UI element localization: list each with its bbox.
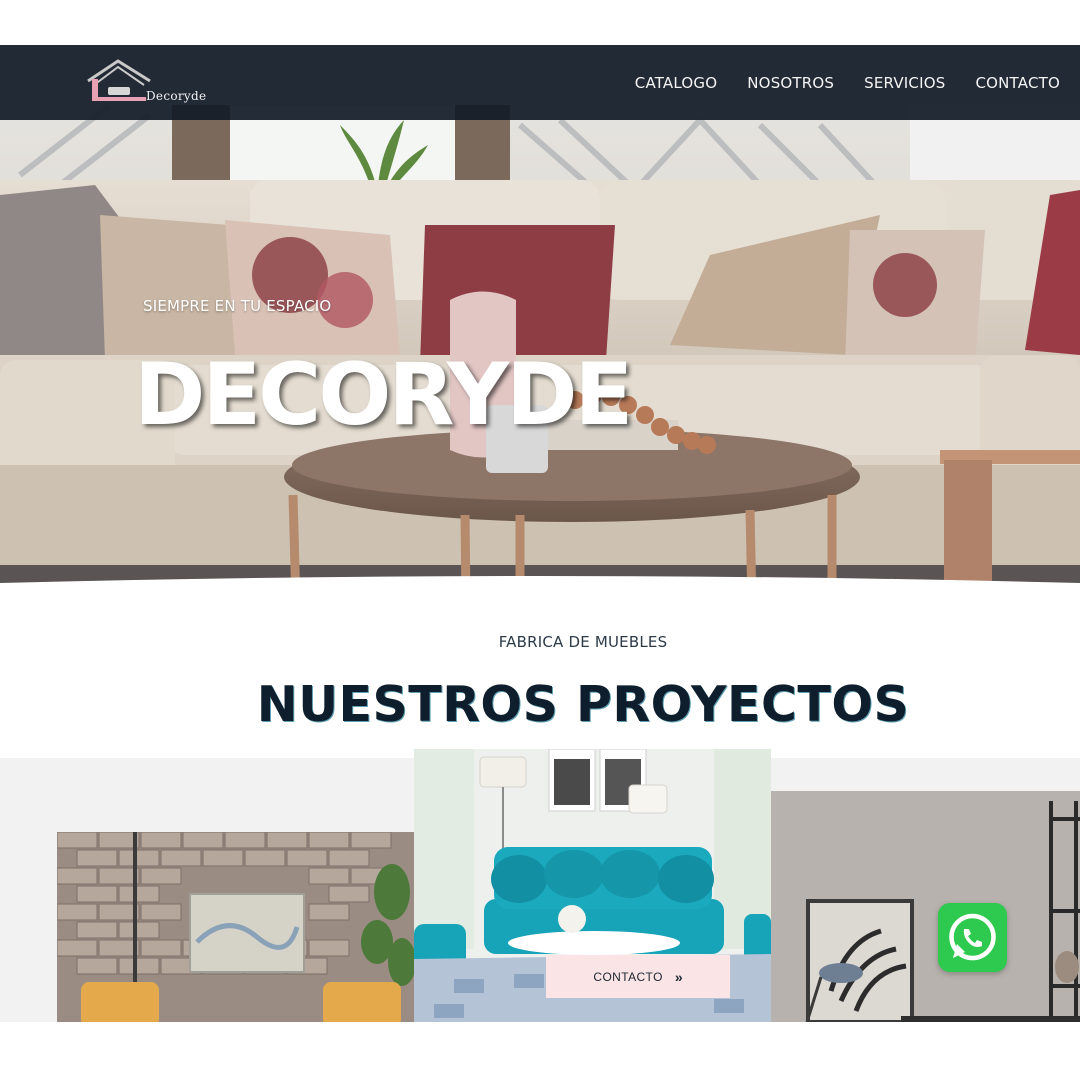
- nav-item-nosotros[interactable]: NOSOTROS: [747, 74, 834, 92]
- nav-item-catalogo[interactable]: CATALOGO: [635, 74, 718, 92]
- hero-bottom-curve: [0, 576, 1080, 605]
- project-image-modern-room-art: [771, 791, 1080, 1022]
- hero-banner: [0, 45, 1080, 605]
- navigation-bar: Decoryde CATALOGO NOSOTROS SERVICIOS CON…: [0, 45, 1080, 120]
- whatsapp-icon: [949, 913, 996, 961]
- hero-living-room-image: [0, 45, 1080, 605]
- whatsapp-chat-button[interactable]: [938, 903, 1007, 972]
- hero-kicker: SIEMPRE EN TU ESPACIO: [143, 297, 332, 315]
- hero-title: DECORYDE: [134, 345, 633, 445]
- section-title: NUESTROS PROYECTOS: [256, 676, 910, 733]
- project-image-brick-wall[interactable]: [57, 832, 414, 1022]
- project-image-brick-wall-art: [57, 832, 414, 1022]
- brand-logo-text: Decoryde: [146, 89, 207, 103]
- contact-button[interactable]: CONTACTO »: [546, 955, 730, 998]
- brand-logo[interactable]: Decoryde: [86, 59, 216, 105]
- contact-button-label: CONTACTO: [593, 969, 663, 984]
- nav-item-contacto[interactable]: CONTACTO: [975, 74, 1060, 92]
- main-menu: CATALOGO NOSOTROS SERVICIOS CONTACTO: [635, 45, 1060, 120]
- project-image-modern-room[interactable]: [771, 791, 1080, 1022]
- section-kicker: FABRICA DE MUEBLES: [498, 633, 668, 651]
- nav-item-servicios[interactable]: SERVICIOS: [864, 74, 945, 92]
- double-chevron-right-icon: »: [674, 968, 683, 985]
